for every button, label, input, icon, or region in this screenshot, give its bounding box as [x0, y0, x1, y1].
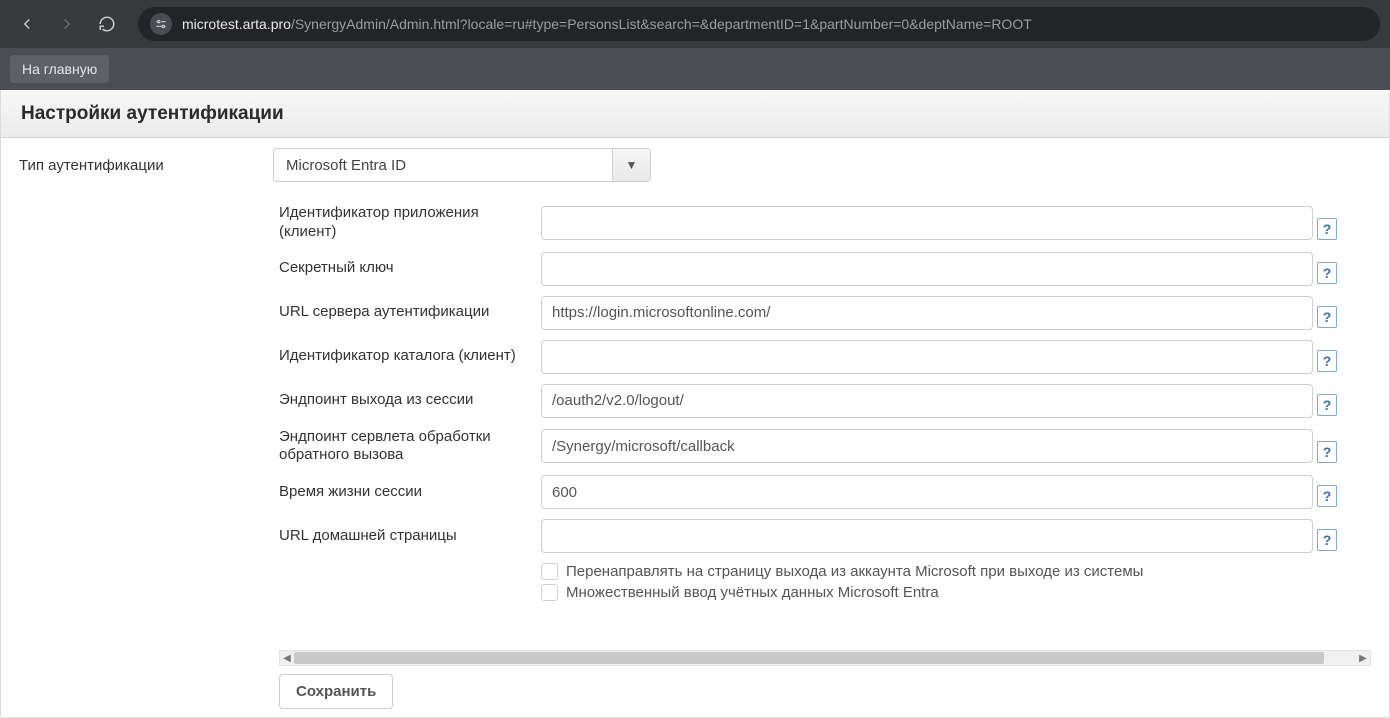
input-auth-server-url[interactable] [541, 296, 1313, 330]
chevron-down-icon: ▼ [612, 149, 650, 181]
scrollbar-track[interactable] [294, 651, 1356, 665]
nav-forward-button [50, 7, 84, 41]
horizontal-scrollbar[interactable]: ◀ ▶ [279, 650, 1371, 666]
browser-chrome: microtest.arta.pro/SynergyAdmin/Admin.ht… [0, 0, 1390, 48]
save-row: Сохранить [279, 674, 1371, 709]
page-header: Настройки аутентификации [1, 90, 1389, 138]
input-logout-endpoint[interactable] [541, 384, 1313, 418]
home-button[interactable]: На главную [10, 55, 109, 83]
checkbox-multi-entry-input[interactable] [541, 584, 558, 601]
app-topbar: На главную [0, 48, 1390, 90]
help-icon[interactable]: ? [1317, 441, 1337, 463]
input-secret-key[interactable] [541, 252, 1313, 286]
label-home-url: URL домашней страницы [279, 527, 537, 546]
help-icon[interactable]: ? [1317, 529, 1337, 551]
site-settings-icon[interactable] [150, 13, 172, 35]
label-catalog-id: Идентификатор каталога (клиент) [279, 347, 537, 366]
auth-type-value: Microsoft Entra ID [274, 149, 612, 181]
help-icon[interactable]: ? [1317, 350, 1337, 372]
auth-type-label: Тип аутентификации [19, 157, 249, 174]
input-home-url[interactable] [541, 519, 1313, 553]
page-title: Настройки аутентификации [21, 103, 284, 125]
label-auth-server-url: URL сервера аутентификации [279, 303, 537, 322]
url-text: microtest.arta.pro/SynergyAdmin/Admin.ht… [182, 16, 1032, 32]
help-icon[interactable]: ? [1317, 394, 1337, 416]
page-body: Тип аутентификации Microsoft Entra ID ▼ … [1, 138, 1389, 717]
auth-type-row: Тип аутентификации Microsoft Entra ID ▼ [19, 148, 1371, 182]
label-secret-key: Секретный ключ [279, 259, 537, 278]
url-bar[interactable]: microtest.arta.pro/SynergyAdmin/Admin.ht… [138, 7, 1380, 41]
nav-reload-button[interactable] [90, 7, 124, 41]
input-session-ttl[interactable] [541, 475, 1313, 509]
input-app-id[interactable] [541, 206, 1313, 240]
save-button[interactable]: Сохранить [279, 674, 393, 709]
checkbox-multi-entry[interactable]: Множественный ввод учётных данных Micros… [541, 584, 1345, 601]
url-path: /SynergyAdmin/Admin.html?locale=ru#type=… [291, 16, 1032, 32]
help-icon[interactable]: ? [1317, 218, 1337, 240]
input-catalog-id[interactable] [541, 340, 1313, 374]
checkbox-redirect-on-logout[interactable]: Перенаправлять на страницу выхода из акк… [541, 563, 1345, 580]
checkbox-multi-entry-label: Множественный ввод учётных данных Micros… [566, 584, 939, 601]
nav-back-button[interactable] [10, 7, 44, 41]
url-host: microtest.arta.pro [182, 16, 291, 32]
label-logout-endpoint: Эндпоинт выхода из сессии [279, 391, 537, 410]
scroll-right-icon[interactable]: ▶ [1356, 653, 1370, 664]
help-icon[interactable]: ? [1317, 306, 1337, 328]
page-wrapper: Настройки аутентификации Тип аутентифика… [0, 90, 1390, 718]
label-app-id: Идентификатор приложения (клиент) [279, 204, 537, 242]
settings-grid: Идентификатор приложения (клиент) ? Секр… [279, 196, 1371, 644]
auth-type-dropdown[interactable]: Microsoft Entra ID ▼ [273, 148, 651, 182]
checkbox-redirect-on-logout-input[interactable] [541, 563, 558, 580]
scrollbar-thumb[interactable] [294, 652, 1324, 664]
scroll-left-icon[interactable]: ◀ [280, 653, 294, 664]
checkbox-redirect-on-logout-label: Перенаправлять на страницу выхода из акк… [566, 563, 1143, 580]
help-icon[interactable]: ? [1317, 485, 1337, 507]
help-icon[interactable]: ? [1317, 262, 1337, 284]
label-callback-endpoint: Эндпоинт сервлета обработки обратного вы… [279, 428, 537, 466]
input-callback-endpoint[interactable] [541, 429, 1313, 463]
label-session-ttl: Время жизни сессии [279, 483, 537, 502]
